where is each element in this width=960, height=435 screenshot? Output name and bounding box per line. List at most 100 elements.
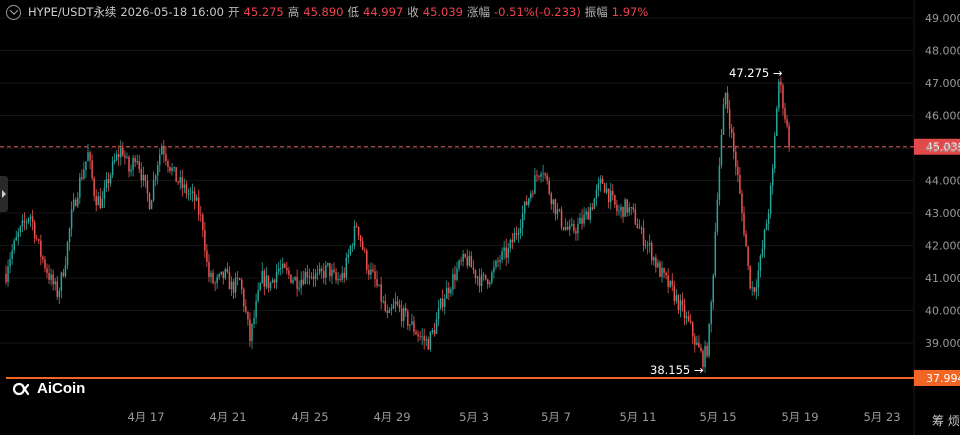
candle-body [353, 225, 356, 246]
candle-body [27, 218, 30, 222]
candle-body [509, 239, 512, 248]
candle-body [780, 81, 782, 86]
candle-body [316, 272, 319, 274]
candle-body [517, 233, 520, 235]
x-tick-label: 5月 7 [541, 410, 571, 424]
candle-body [366, 250, 368, 270]
candle-body [710, 302, 712, 324]
candle-body [402, 308, 405, 322]
candle-body [788, 125, 790, 148]
close-label: 收 [407, 5, 419, 19]
candle-body [405, 308, 407, 312]
candlestick-chart[interactable]: 45.039 37.994 47.275 → 38.155 → 49.000 48.00… [0, 0, 960, 435]
candle-body [763, 229, 766, 249]
candle-body [706, 346, 708, 357]
expand-panel-handle[interactable] [0, 176, 8, 212]
candle-body [612, 190, 614, 196]
candle-body [634, 209, 637, 225]
candle-body [372, 269, 374, 272]
candle-body [632, 207, 635, 210]
candle-body [544, 173, 546, 176]
candle-body [470, 255, 473, 268]
high-annotation: 47.275 → [729, 66, 783, 80]
candle-body [167, 160, 169, 168]
symbol-label[interactable]: HYPE/USDT永续 [28, 4, 116, 20]
candle-body [357, 226, 360, 236]
candle-body [595, 189, 598, 199]
candle-body [622, 206, 624, 217]
candle-body [81, 177, 83, 179]
candle-body [226, 268, 229, 272]
candle-body [310, 276, 313, 278]
x-tick-label: 5月 15 [699, 410, 736, 424]
low-label: 低 [347, 5, 360, 19]
logo-text: AiCoin [37, 380, 86, 397]
candle-body [161, 147, 163, 155]
candle-body [187, 193, 190, 195]
candle-body [292, 280, 294, 283]
candle-body [33, 222, 36, 239]
candle-body [300, 279, 302, 288]
candle-body [607, 188, 610, 203]
candle-body [339, 278, 341, 280]
candle-body [620, 206, 622, 211]
x-tick-label: 5月 3 [459, 410, 489, 424]
candle-body [124, 155, 126, 158]
x-tick-label: 4月 29 [373, 410, 410, 424]
low-value: 44.997 [363, 5, 404, 19]
candle-body [56, 281, 58, 297]
candle-body [173, 167, 175, 169]
candle-body [249, 319, 251, 341]
candle-body [259, 283, 261, 291]
candle-body [556, 209, 559, 215]
candle-body [333, 269, 335, 273]
candle-body [62, 272, 65, 277]
candle-body [93, 178, 95, 197]
candle-body [236, 277, 239, 279]
candle-body [687, 316, 690, 321]
candle-body [569, 225, 571, 230]
candle-body [784, 108, 786, 120]
candle-body [712, 275, 714, 303]
candle-body [288, 270, 290, 275]
candle-body [593, 198, 596, 210]
candle-body [275, 271, 278, 283]
candle-body [364, 249, 366, 251]
candle-body [163, 147, 165, 155]
candle-body [657, 262, 659, 268]
candle-body [562, 227, 565, 230]
candle-body [728, 108, 731, 129]
candle-body [224, 268, 227, 279]
candle-body [85, 161, 87, 170]
y-tick-label: 47.000 [925, 77, 960, 90]
candle-body [191, 191, 194, 193]
candle-body [745, 233, 747, 247]
candle-body [234, 277, 237, 293]
candle-body [109, 175, 112, 184]
candle-body [206, 250, 208, 262]
candle-body [230, 281, 233, 290]
candle-body [306, 271, 309, 278]
y-tick-label: 39.000 [925, 337, 960, 350]
candle-body [421, 336, 423, 338]
candle-body [29, 216, 32, 219]
candle-body [726, 92, 729, 109]
candle-body [19, 226, 22, 233]
y-tick-label: 46.000 [925, 110, 960, 123]
candle-body [392, 304, 395, 309]
collapse-icon[interactable] [6, 4, 21, 20]
candle-body [7, 266, 9, 283]
candle-body [284, 263, 286, 268]
candle-body [343, 272, 345, 278]
candle-body [685, 316, 688, 319]
chips-button[interactable]: 筹 烦 [932, 412, 960, 429]
candle-body [185, 184, 188, 195]
candle-body [548, 180, 550, 194]
candle-body [148, 193, 151, 210]
candle-body [720, 135, 723, 166]
y-tick-label: 43.000 [925, 207, 960, 220]
candle-body [21, 220, 24, 227]
candle-body [31, 216, 34, 223]
candle-body [241, 279, 243, 290]
candle-body [370, 269, 372, 275]
